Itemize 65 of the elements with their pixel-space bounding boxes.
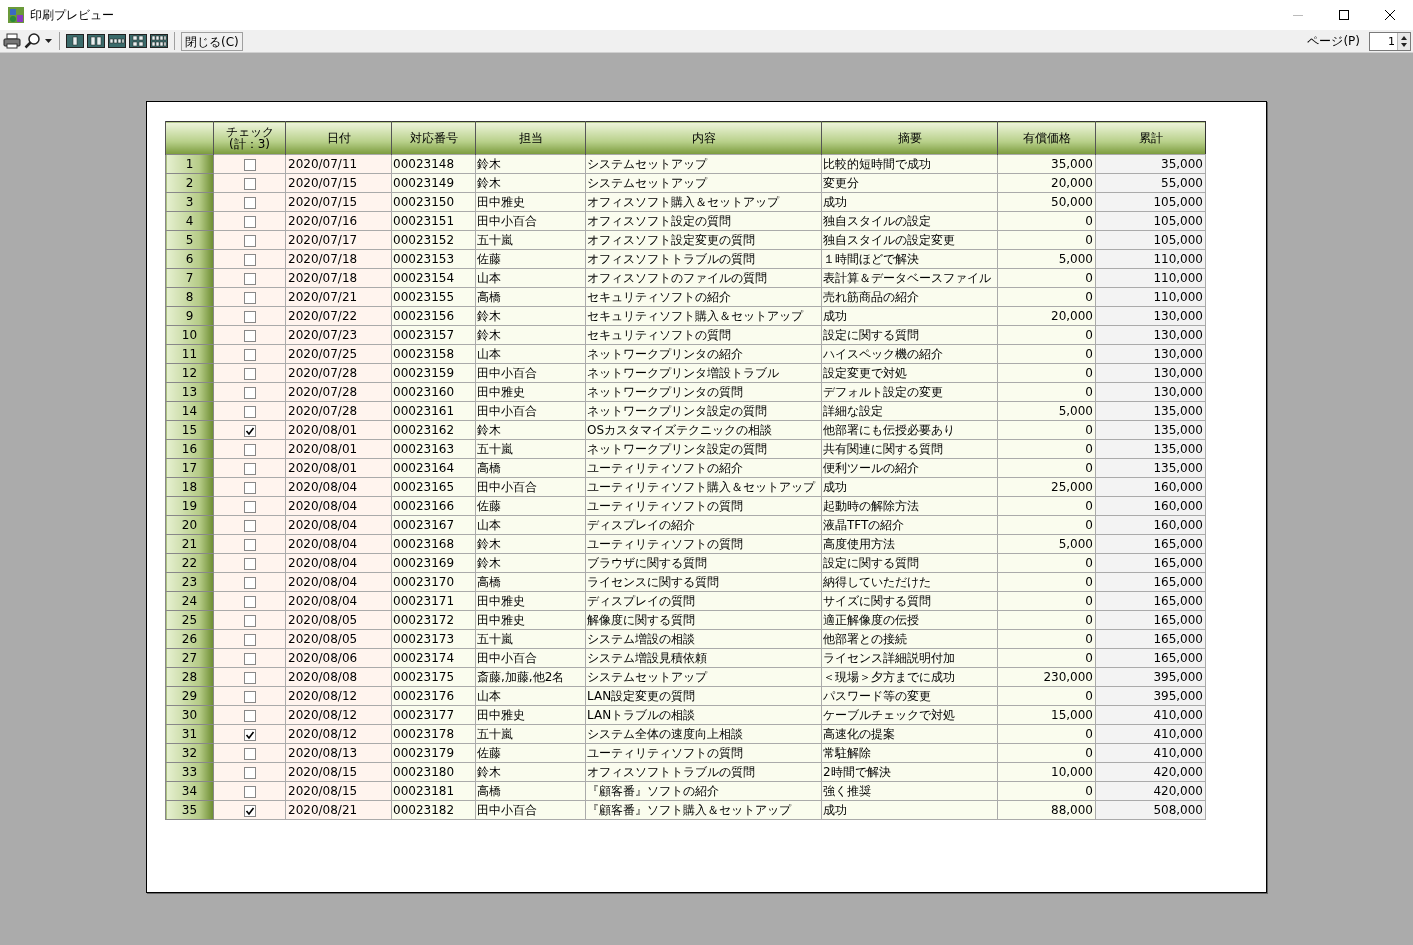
checkbox[interactable] — [243, 557, 256, 570]
checkbox[interactable] — [243, 804, 256, 817]
column-header: 日付 — [285, 121, 392, 155]
checkbox[interactable] — [243, 348, 256, 361]
table-cell: 35,000 — [1095, 154, 1206, 174]
checkbox[interactable] — [243, 443, 256, 456]
column-header: 摘要 — [821, 121, 998, 155]
checkbox[interactable] — [243, 576, 256, 589]
checkbox[interactable] — [243, 747, 256, 760]
checkbox[interactable] — [243, 196, 256, 209]
column-header: 担当 — [475, 121, 586, 155]
column-header: 対応番号 — [391, 121, 476, 155]
checkbox[interactable] — [243, 329, 256, 342]
checkbox[interactable] — [243, 386, 256, 399]
checkbox[interactable] — [243, 310, 256, 323]
close-icon[interactable] — [1385, 10, 1395, 20]
checkbox[interactable] — [243, 538, 256, 551]
checkbox[interactable] — [243, 253, 256, 266]
single-page-icon[interactable] — [66, 33, 84, 49]
search-icon[interactable] — [24, 33, 42, 49]
window-title: 印刷プレビュー — [30, 6, 114, 24]
checkbox[interactable] — [243, 671, 256, 684]
table-cell: 鈴木 — [475, 154, 586, 174]
checkbox[interactable] — [243, 405, 256, 418]
column-header: チェック (計：3) — [213, 121, 286, 155]
checkbox[interactable] — [243, 500, 256, 513]
maximize-icon[interactable] — [1339, 10, 1349, 20]
page-spinner[interactable]: 1 — [1369, 31, 1411, 51]
checkbox[interactable] — [243, 614, 256, 627]
four-page-icon[interactable] — [108, 33, 126, 49]
checkbox[interactable] — [243, 595, 256, 608]
checkbox[interactable] — [243, 481, 256, 494]
checkbox[interactable] — [243, 766, 256, 779]
checkbox[interactable] — [243, 462, 256, 475]
checkbox[interactable] — [243, 177, 256, 190]
column-header: 有償価格 — [997, 121, 1096, 155]
app-icon — [8, 7, 24, 23]
checkbox[interactable] — [243, 519, 256, 532]
checkbox[interactable] — [243, 728, 256, 741]
multi-page-icon[interactable] — [150, 33, 168, 49]
column-header: 内容 — [585, 121, 822, 155]
checkbox[interactable] — [243, 709, 256, 722]
close-preview-button[interactable]: 閉じる(C) — [181, 31, 243, 51]
checkbox[interactable] — [243, 785, 256, 798]
row-number: 1 — [165, 154, 214, 174]
grid-page-icon[interactable] — [129, 33, 147, 49]
printer-icon[interactable] — [3, 33, 21, 49]
checkbox[interactable] — [243, 234, 256, 247]
table-cell: 00023148 — [391, 154, 476, 174]
checkbox[interactable] — [243, 272, 256, 285]
checkbox[interactable] — [243, 158, 256, 171]
table-cell: 35,000 — [997, 154, 1096, 174]
checkbox[interactable] — [243, 690, 256, 703]
checkbox[interactable] — [243, 291, 256, 304]
checkbox[interactable] — [243, 367, 256, 380]
two-page-icon[interactable] — [87, 33, 105, 49]
table-cell: 2020/07/11 — [285, 154, 392, 174]
table-cell: システムセットアップ — [585, 154, 822, 174]
checkbox[interactable] — [243, 633, 256, 646]
page-label: ページ(P) — [1307, 32, 1360, 50]
column-header: 累計 — [1095, 121, 1206, 155]
checkbox[interactable] — [243, 215, 256, 228]
checkbox[interactable] — [243, 424, 256, 437]
table-cell: 比較的短時間で成功 — [821, 154, 998, 174]
checkbox[interactable] — [243, 652, 256, 665]
